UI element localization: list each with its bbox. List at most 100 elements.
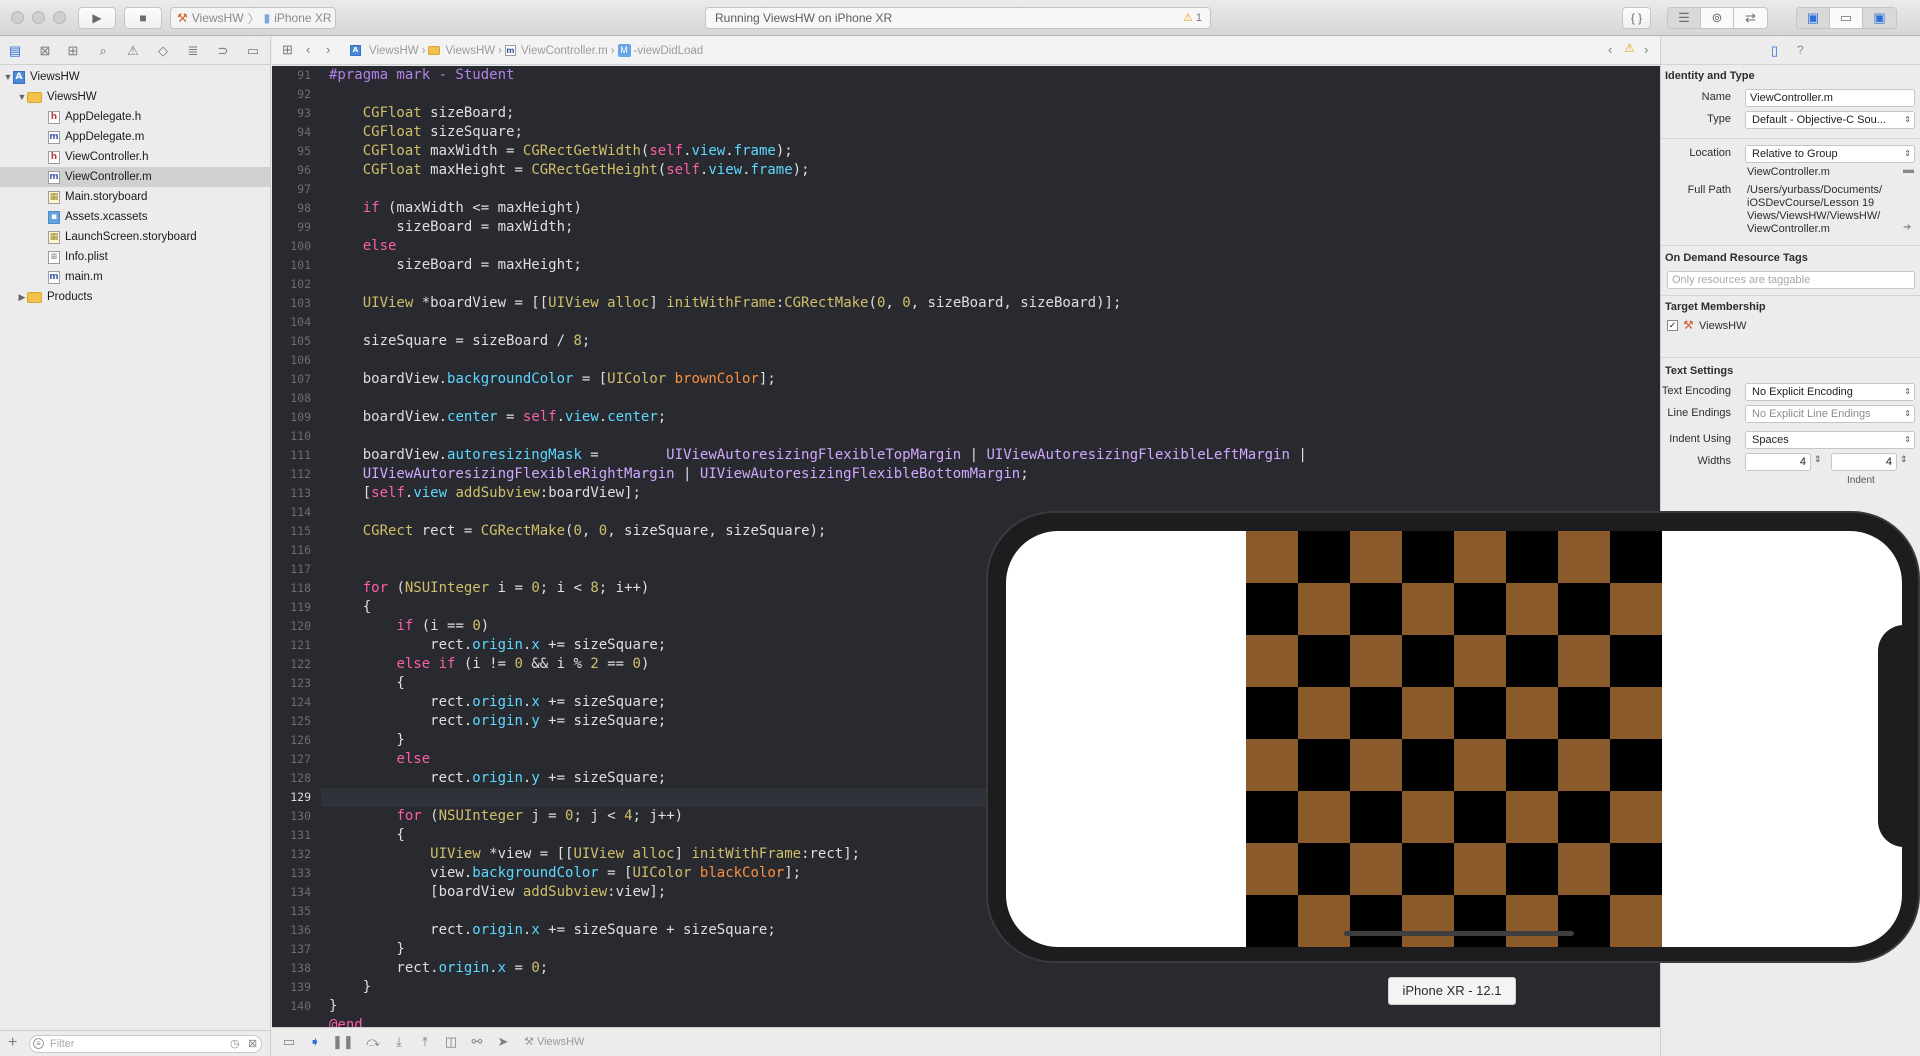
- line-number[interactable]: 132: [272, 845, 311, 864]
- filter-input[interactable]: Filter: [29, 1035, 262, 1053]
- toggle-inspector-button[interactable]: ▣: [1863, 8, 1896, 28]
- list-item[interactable]: h ViewController.h: [0, 147, 271, 167]
- line-number[interactable]: 137: [272, 940, 311, 959]
- line-number[interactable]: 127: [272, 750, 311, 769]
- standard-editor-button[interactable]: ☰: [1668, 8, 1701, 28]
- line-number[interactable]: 119: [272, 598, 311, 617]
- line-number[interactable]: 124: [272, 693, 311, 712]
- memory-graph-icon[interactable]: ⚯: [468, 1034, 486, 1050]
- line-number[interactable]: 98: [272, 199, 311, 218]
- back-arrow-icon[interactable]: ‹: [306, 42, 310, 57]
- line-number[interactable]: 120: [272, 617, 311, 636]
- line-number[interactable]: 122: [272, 655, 311, 674]
- indent-width-stepper[interactable]: ⇕: [1900, 454, 1908, 465]
- device-screen[interactable]: [1006, 531, 1902, 947]
- file-inspector-icon[interactable]: ▯: [1771, 43, 1778, 59]
- debug-navigator-icon[interactable]: ≣: [184, 42, 202, 60]
- breadcrumb[interactable]: A ViewsHW › ViewsHW › m ViewController.m…: [350, 44, 703, 57]
- line-number[interactable]: 131: [272, 826, 311, 845]
- line-number[interactable]: 93: [272, 104, 311, 123]
- toggle-debug-area-button[interactable]: ▭: [1830, 8, 1863, 28]
- line-number[interactable]: 117: [272, 560, 311, 579]
- list-item[interactable]: h AppDelegate.h: [0, 107, 271, 127]
- line-number[interactable]: 102: [272, 275, 311, 294]
- library-button[interactable]: { }: [1622, 7, 1651, 29]
- hide-debug-area-icon[interactable]: ▭: [280, 1034, 298, 1050]
- line-number[interactable]: 106: [272, 351, 311, 370]
- list-item[interactable]: ▶ Products: [0, 287, 271, 307]
- pause-icon[interactable]: ❚❚: [332, 1034, 354, 1050]
- indent-width-field[interactable]: 4: [1831, 453, 1897, 471]
- home-indicator[interactable]: [1344, 931, 1574, 936]
- disclosure-right-icon[interactable]: ▶: [17, 292, 27, 303]
- line-number[interactable]: 126: [272, 731, 311, 750]
- symbol-navigator-icon[interactable]: ⊞: [64, 42, 82, 60]
- add-file-button[interactable]: +: [8, 1034, 17, 1052]
- line-number[interactable]: 101: [272, 256, 311, 275]
- source-control-filter-icon[interactable]: ⊠: [248, 1037, 257, 1050]
- find-navigator-icon[interactable]: ⌕: [94, 42, 112, 60]
- tab-width-field[interactable]: 4: [1745, 453, 1811, 471]
- breadcrumb-file[interactable]: ViewController.m: [521, 45, 608, 57]
- warning-indicator[interactable]: ⚠ 1: [1183, 11, 1202, 24]
- step-out-icon[interactable]: ⤒: [416, 1034, 434, 1050]
- line-number[interactable]: 112: [272, 465, 311, 484]
- line-number[interactable]: 123: [272, 674, 311, 693]
- simulator-window[interactable]: [986, 511, 1920, 963]
- zoom-window-button[interactable]: [53, 11, 66, 24]
- issue-navigator-icon[interactable]: ⚠: [124, 42, 142, 60]
- project-navigator-folder-icon[interactable]: ▤: [6, 42, 24, 60]
- list-item[interactable]: ▦ Main.storyboard: [0, 187, 271, 207]
- line-number[interactable]: 113: [272, 484, 311, 503]
- line-number[interactable]: 139: [272, 978, 311, 997]
- list-item-selected[interactable]: m ViewController.m: [0, 167, 271, 187]
- line-number[interactable]: 136: [272, 921, 311, 940]
- list-item[interactable]: ▼ ViewsHW: [0, 87, 271, 107]
- list-item[interactable]: ▼ A ViewsHW: [0, 67, 271, 87]
- line-number[interactable]: 104: [272, 313, 311, 332]
- name-field[interactable]: ViewController.m: [1745, 89, 1915, 107]
- toggle-navigator-button[interactable]: ▣: [1797, 8, 1830, 28]
- line-number[interactable]: 129: [272, 788, 311, 807]
- breadcrumb-method[interactable]: -viewDidLoad: [634, 45, 704, 57]
- close-window-button[interactable]: [11, 11, 24, 24]
- breakpoints-toggle-icon[interactable]: ➧: [306, 1034, 324, 1050]
- line-number[interactable]: 128: [272, 769, 311, 788]
- line-number[interactable]: 134: [272, 883, 311, 902]
- line-number[interactable]: 130: [272, 807, 311, 826]
- list-item[interactable]: m AppDelegate.m: [0, 127, 271, 147]
- tags-field[interactable]: Only resources are taggable: [1667, 271, 1915, 289]
- folder-icon[interactable]: ▬: [1903, 164, 1914, 176]
- version-editor-button[interactable]: ⇄: [1734, 8, 1767, 28]
- list-item[interactable]: m main.m: [0, 267, 271, 287]
- warning-icon[interactable]: ⚠: [1624, 41, 1635, 55]
- list-item[interactable]: ▦ LaunchScreen.storyboard: [0, 227, 271, 247]
- report-navigator-icon[interactable]: ▭: [244, 42, 262, 60]
- line-number[interactable]: 110: [272, 427, 311, 446]
- tab-width-stepper[interactable]: ⇕: [1814, 454, 1822, 465]
- line-number[interactable]: 97: [272, 180, 311, 199]
- line-number[interactable]: 116: [272, 541, 311, 560]
- line-number[interactable]: 121: [272, 636, 311, 655]
- target-checkbox[interactable]: ✓: [1667, 320, 1678, 331]
- line-number[interactable]: 118: [272, 579, 311, 598]
- test-navigator-icon[interactable]: ◇: [154, 42, 172, 60]
- line-number[interactable]: 114: [272, 503, 311, 522]
- breakpoint-navigator-icon[interactable]: ⊃: [214, 42, 232, 60]
- scheme-selector[interactable]: ⚒ ViewsHW 〉 ▮ iPhone XR: [170, 7, 336, 29]
- line-number[interactable]: 91: [272, 66, 311, 85]
- minimize-window-button[interactable]: [32, 11, 45, 24]
- line-number[interactable]: 133: [272, 864, 311, 883]
- disclosure-down-icon[interactable]: ▼: [3, 72, 13, 82]
- related-items-icon[interactable]: ⊞: [282, 42, 293, 58]
- breadcrumb-group[interactable]: ViewsHW: [445, 45, 495, 57]
- line-number[interactable]: 92: [272, 85, 311, 104]
- line-number[interactable]: 103: [272, 294, 311, 313]
- line-number[interactable]: 96: [272, 161, 311, 180]
- forward-arrow-icon[interactable]: ›: [326, 42, 330, 57]
- line-number-gutter[interactable]: 91 92 93 94 95 96 97 98 99 100 101 102 103 104 105 106 1…: [272, 66, 321, 1027]
- disclosure-down-icon[interactable]: ▼: [17, 92, 27, 102]
- line-number[interactable]: 94: [272, 123, 311, 142]
- breadcrumb-project[interactable]: ViewsHW: [369, 45, 419, 57]
- line-number[interactable]: 105: [272, 332, 311, 351]
